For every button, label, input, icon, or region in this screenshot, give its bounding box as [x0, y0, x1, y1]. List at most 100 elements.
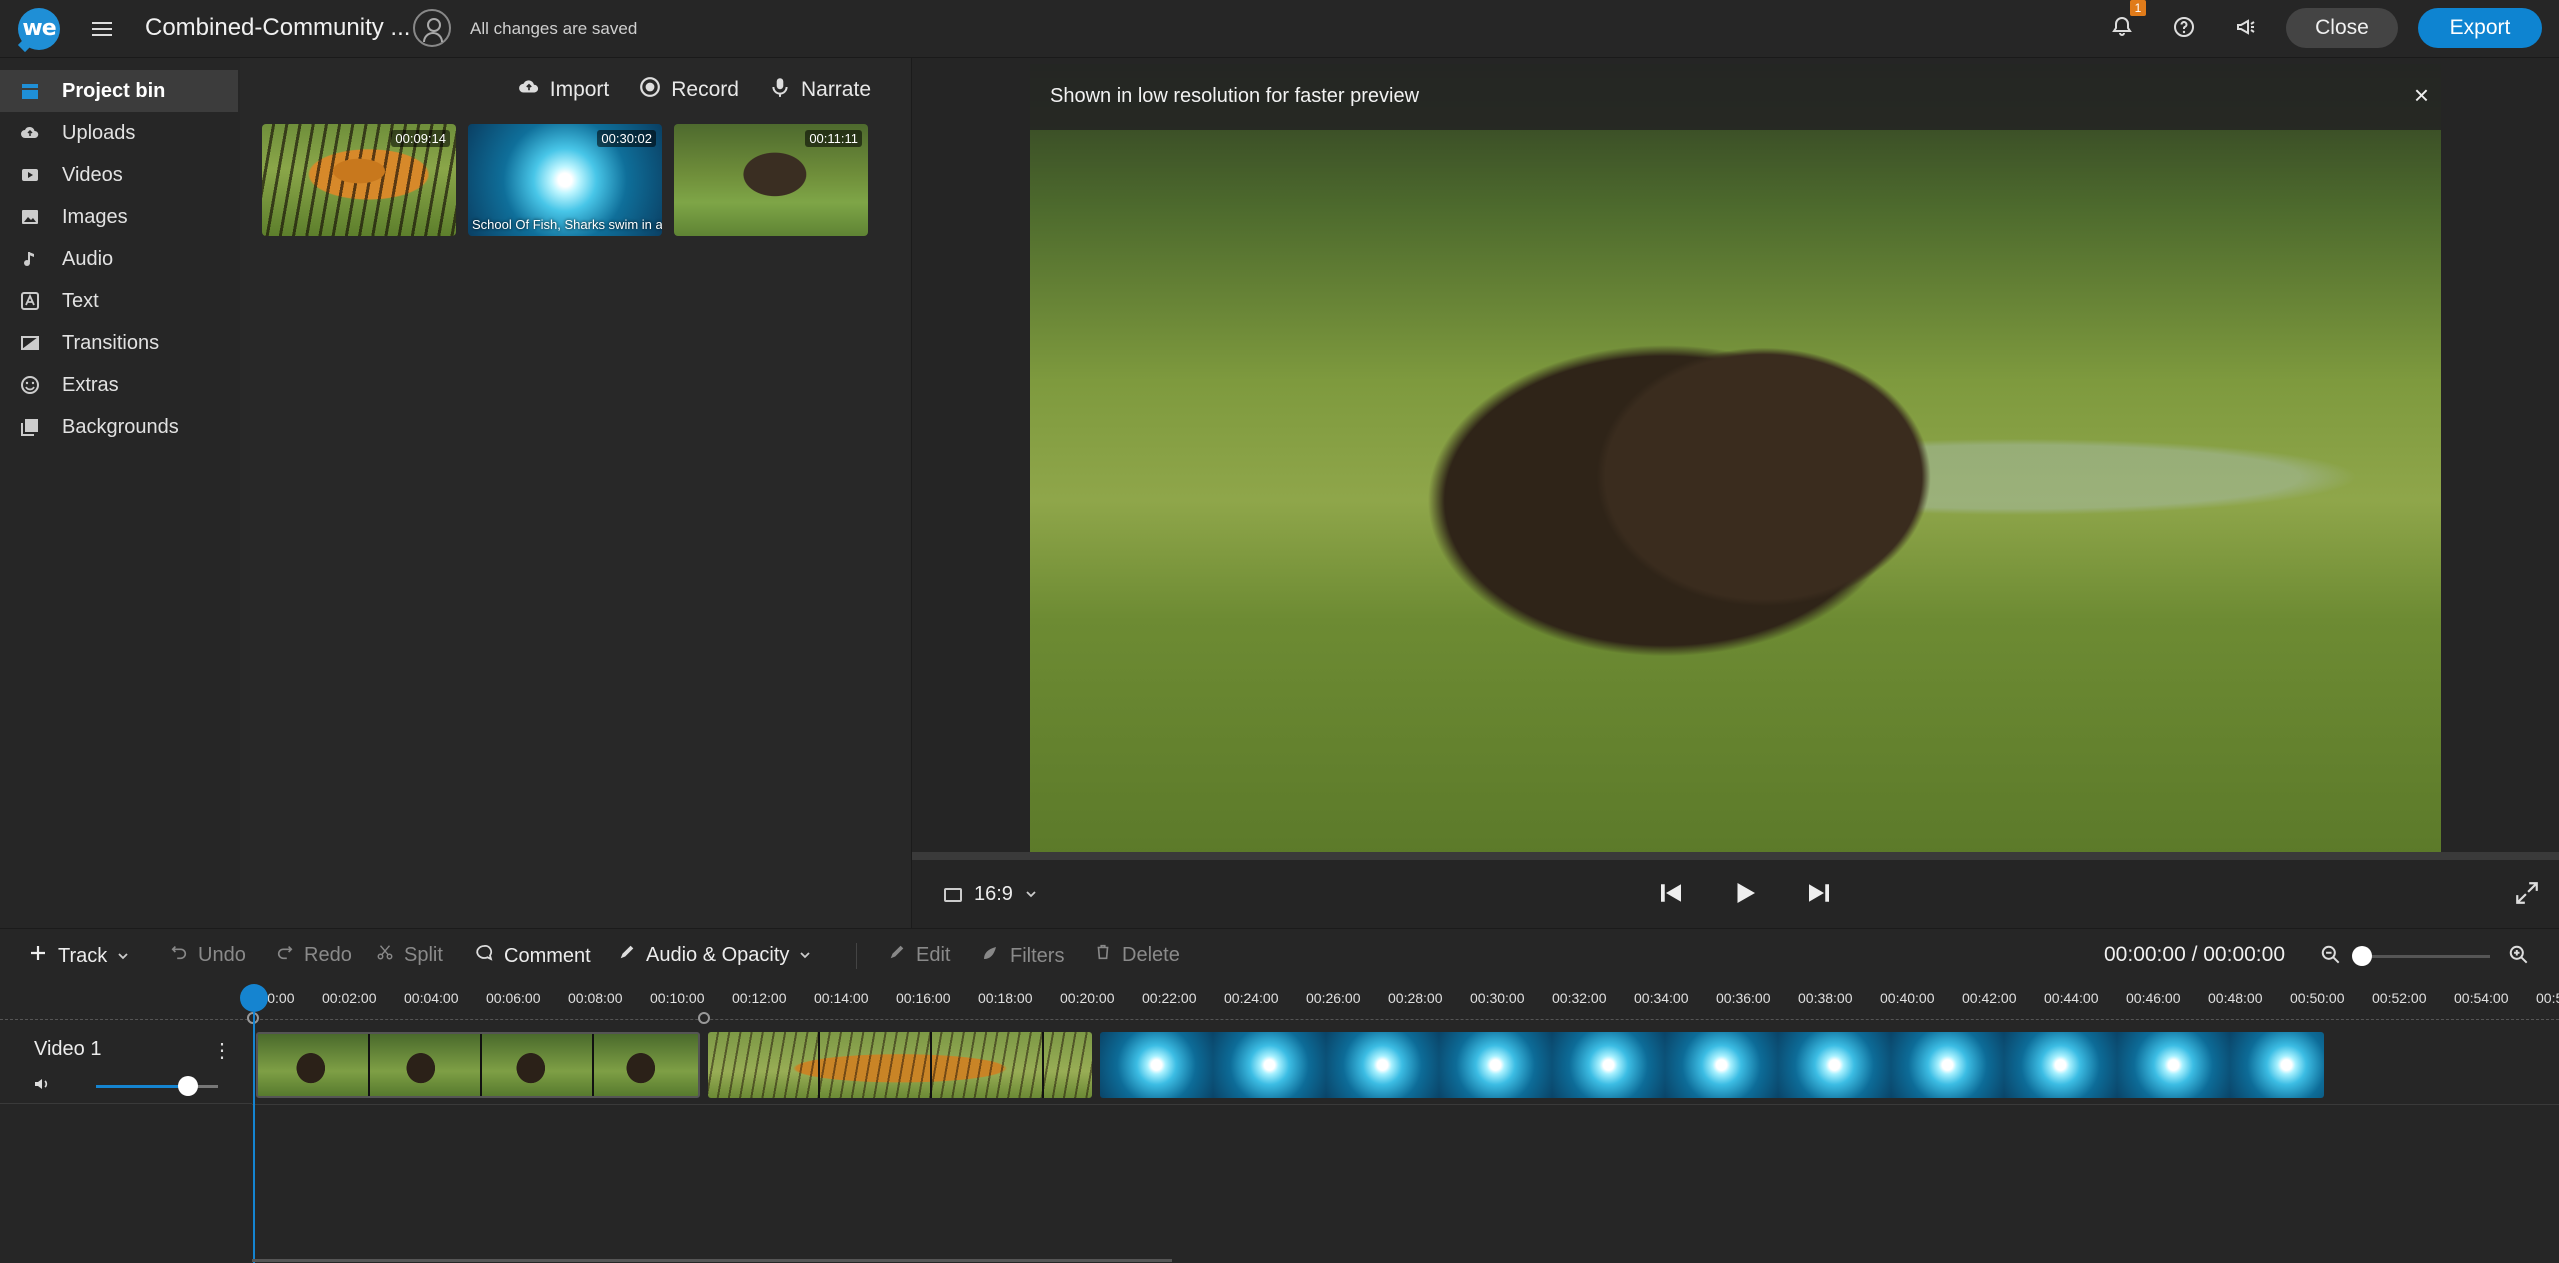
timeline-clip-fish[interactable] — [1100, 1032, 2324, 1098]
media-thumbnail-bear[interactable]: 00:11:11 — [674, 124, 868, 236]
preview-area: Shown in low resolution for faster previ… — [912, 58, 2559, 928]
skip-forward-icon[interactable] — [1804, 878, 1834, 913]
zoom-slider[interactable] — [2360, 955, 2490, 958]
filters-button[interactable]: Filters — [980, 943, 1064, 969]
media-thumbnail-fish[interactable]: 00:30:02 School Of Fish, Sharks swim in … — [468, 124, 662, 236]
ruler-tick-label: 00:20:00 — [1060, 990, 1115, 1006]
save-status: All changes are saved — [470, 19, 638, 38]
media-bin: Import Record Narrate 00:09:14 00:30:02 … — [240, 58, 912, 928]
aspect-ratio-select[interactable]: 16:9 — [944, 883, 1037, 906]
skip-back-icon[interactable] — [1656, 878, 1686, 913]
track-volume-handle[interactable] — [178, 1076, 198, 1096]
image-icon — [20, 207, 40, 227]
timeline-clip-bear[interactable] — [256, 1032, 700, 1098]
zoom-out-icon[interactable] — [2320, 944, 2342, 971]
filters-label: Filters — [1010, 944, 1065, 967]
sidebar-item-videos[interactable]: Videos — [0, 154, 238, 196]
record-label: Record — [671, 78, 739, 101]
sidebar-item-project-bin[interactable]: Project bin — [0, 70, 238, 112]
close-button[interactable]: Close — [2286, 8, 2398, 48]
bell-icon[interactable] — [2108, 15, 2136, 43]
top-bar: we Combined-Community ... All changes ar… — [0, 0, 2559, 58]
record-button[interactable]: Record — [639, 76, 739, 104]
time-readout: 00:00:00 / 00:00:00 — [2104, 943, 2285, 966]
sidebar-item-audio[interactable]: Audio — [0, 238, 238, 280]
ruler-tick-label: 00:52:00 — [2372, 990, 2427, 1006]
add-track-button[interactable]: Track — [28, 943, 129, 969]
split-button[interactable]: Split — [376, 943, 443, 967]
sidebar-item-label: Backgrounds — [62, 415, 179, 438]
app-logo[interactable]: we — [18, 8, 60, 50]
fullscreen-icon[interactable] — [2514, 880, 2540, 906]
zoom-slider-handle[interactable] — [2352, 946, 2372, 966]
pencil-icon — [618, 943, 636, 967]
ruler-tick-label: 00:44:00 — [2044, 990, 2099, 1006]
sidebar-item-label: Transitions — [62, 331, 160, 354]
track-volume-fill — [96, 1085, 188, 1088]
edit-button[interactable]: Edit — [888, 943, 950, 967]
ruler-tick-label: 00:42:00 — [1962, 990, 2017, 1006]
comment-label: Comment — [504, 944, 591, 967]
sidebar-item-text[interactable]: Text — [0, 280, 238, 322]
sidebar-item-label: Images — [62, 205, 128, 228]
sidebar-item-label: Text — [62, 289, 99, 312]
help-icon[interactable] — [2170, 15, 2198, 43]
playhead-handle[interactable] — [240, 984, 268, 1012]
media-duration: 00:30:02 — [597, 130, 656, 147]
undo-icon — [170, 943, 188, 967]
music-note-icon — [20, 249, 40, 269]
volume-icon[interactable] — [32, 1074, 52, 1094]
video-icon — [20, 165, 40, 185]
menu-icon[interactable] — [92, 18, 112, 38]
sidebar-item-label: Extras — [62, 373, 119, 396]
sidebar-item-label: Videos — [62, 163, 123, 186]
audio-opacity-label: Audio & Opacity — [646, 943, 790, 966]
collaborators-icon[interactable] — [413, 9, 451, 47]
transition-icon — [20, 333, 40, 353]
timeline-clip-tiger[interactable] — [708, 1032, 1092, 1098]
comment-icon — [474, 943, 494, 969]
sidebar-item-label: Project bin — [62, 79, 166, 102]
delete-button[interactable]: Delete — [1094, 943, 1180, 967]
audio-opacity-button[interactable]: Audio & Opacity — [618, 943, 811, 967]
pencil-icon — [888, 943, 906, 967]
close-icon[interactable]: × — [2414, 80, 2429, 111]
backgrounds-icon — [20, 417, 40, 437]
microphone-icon — [769, 76, 791, 104]
narrate-button[interactable]: Narrate — [769, 76, 871, 104]
sidebar-item-uploads[interactable]: Uploads — [0, 112, 238, 154]
zoom-in-icon[interactable] — [2508, 944, 2530, 971]
more-options-icon[interactable]: ⋮ — [212, 1038, 232, 1063]
sidebar-item-images[interactable]: Images — [0, 196, 238, 238]
sidebar-item-extras[interactable]: Extras — [0, 364, 238, 406]
toolbar-divider — [856, 943, 857, 969]
ruler-tick-label: 00:50:00 — [2290, 990, 2345, 1006]
import-button[interactable]: Import — [518, 76, 609, 104]
ruler-tick-label: 00:54:00 — [2454, 990, 2509, 1006]
sidebar-item-backgrounds[interactable]: Backgrounds — [0, 406, 238, 448]
export-button[interactable]: Export — [2418, 8, 2542, 48]
ruler-tick-label: 00:32:00 — [1552, 990, 1607, 1006]
ruler-tick-label: 00:28:00 — [1388, 990, 1443, 1006]
sidebar-item-transitions[interactable]: Transitions — [0, 322, 238, 364]
undo-button[interactable]: Undo — [170, 943, 246, 967]
ruler-tick-label: 00:02:00 — [322, 990, 377, 1006]
timeline-horizontal-scrollbar[interactable] — [252, 1259, 1172, 1262]
ruler-tick-label: 00:08:00 — [568, 990, 623, 1006]
narrate-label: Narrate — [800, 78, 871, 101]
play-icon[interactable] — [1730, 878, 1760, 913]
announcement-icon[interactable] — [2232, 15, 2260, 43]
preview-scrub-bar[interactable] — [912, 852, 2559, 860]
redo-button[interactable]: Redo — [276, 943, 352, 967]
video-preview[interactable]: Shown in low resolution for faster previ… — [1030, 64, 2441, 858]
ruler-tick-label: 00:14:00 — [814, 990, 869, 1006]
project-title[interactable]: Combined-Community ... — [145, 14, 410, 42]
track-name[interactable]: Video 1 — [34, 1038, 101, 1061]
ruler-tick-label: 00:06:00 — [486, 990, 541, 1006]
chevron-down-icon — [117, 945, 129, 968]
timeline-ruler[interactable]: 00:00:0000:02:0000:04:0000:06:0000:08:00… — [0, 980, 2559, 1020]
ruler-tick-label: 00:40:00 — [1880, 990, 1935, 1006]
comment-button[interactable]: Comment — [474, 943, 591, 969]
media-thumbnail-tiger[interactable]: 00:09:14 — [262, 124, 456, 236]
clip-boundary-marker[interactable] — [698, 1012, 710, 1024]
